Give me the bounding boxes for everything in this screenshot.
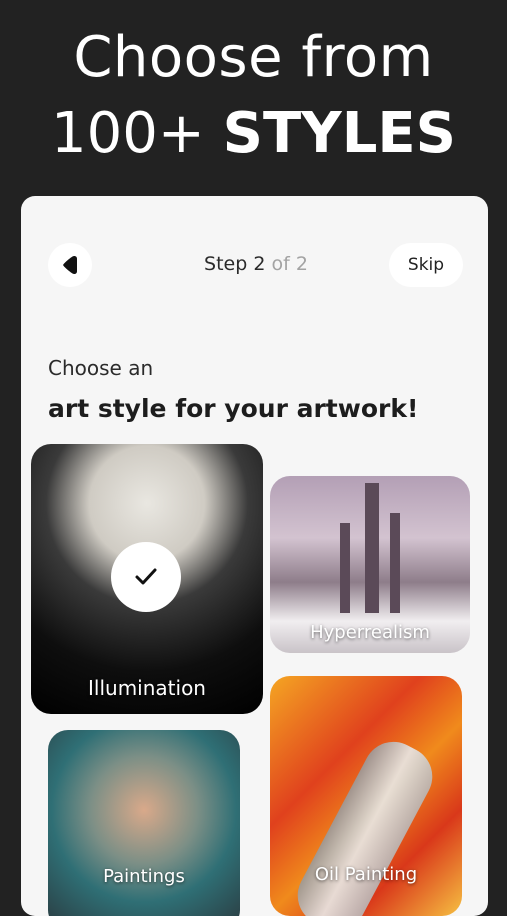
step-total: of 2 <box>271 253 308 275</box>
headline-count: 100+ <box>51 101 205 166</box>
back-button[interactable] <box>48 243 92 287</box>
cathedral-image <box>340 523 350 613</box>
style-tile-paintings[interactable]: Paintings <box>48 730 240 916</box>
selected-check <box>111 542 181 612</box>
prompt-subtitle: Choose an <box>48 356 154 380</box>
style-label: Illumination <box>88 676 206 700</box>
cathedral-image <box>390 513 400 613</box>
style-label: Paintings <box>103 866 185 887</box>
step-indicator: Step 2 of 2 <box>171 253 341 275</box>
style-tile-oil-painting[interactable]: Oil Painting <box>270 676 462 916</box>
checkmark-icon <box>135 568 157 585</box>
cathedral-image <box>365 483 379 613</box>
headline-line-2: 100+ STYLES <box>0 94 507 174</box>
headline-styles: STYLES <box>222 101 456 166</box>
step-current: 2 <box>253 253 266 275</box>
style-tile-illumination[interactable]: Illumination <box>31 444 263 714</box>
headline-line-1: Choose from <box>73 25 434 90</box>
style-label: Oil Painting <box>314 864 418 885</box>
headline: Choose from 100+ STYLES <box>0 22 507 174</box>
tree-trunk-image <box>287 731 443 916</box>
style-tile-hyperrealism[interactable]: Hyperrealism <box>270 476 470 653</box>
style-label: Hyperrealism <box>310 622 430 643</box>
style-picker-card: Step 2 of 2 Skip Choose an art style for… <box>21 196 488 916</box>
back-arrow-icon <box>63 256 77 274</box>
prompt-title: art style for your artwork! <box>48 394 419 423</box>
skip-button[interactable]: Skip <box>389 243 463 287</box>
step-label: Step <box>204 253 248 275</box>
